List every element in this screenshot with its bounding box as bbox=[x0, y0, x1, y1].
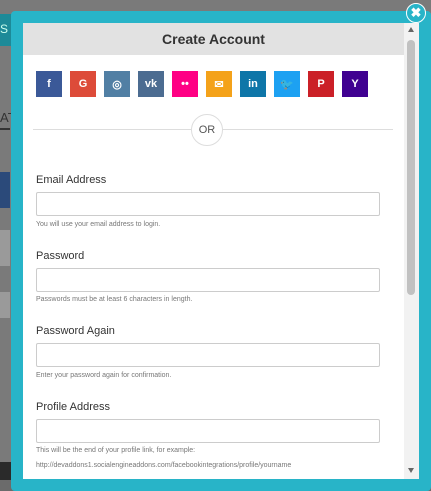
profile-address-label: Profile Address bbox=[36, 401, 110, 413]
twitter-icon: 🐦 bbox=[280, 78, 294, 91]
background-image bbox=[0, 172, 10, 208]
profile-address-example: http://devaddons1.socialengineaddons.com… bbox=[36, 462, 292, 469]
instagram-icon: ◎ bbox=[112, 78, 122, 91]
background-header-left-text: S bbox=[0, 22, 9, 36]
linkedin-login-button[interactable]: in bbox=[240, 71, 266, 97]
modal-title: Create Account bbox=[23, 23, 404, 55]
profile-address-hint: This will be the end of your profile lin… bbox=[36, 447, 196, 454]
scroll-down-arrow-icon[interactable] bbox=[408, 468, 414, 473]
email-login-button[interactable]: ✉ bbox=[206, 71, 232, 97]
vk-icon: vk bbox=[144, 78, 158, 90]
flickr-icon: •• bbox=[181, 78, 189, 90]
yahoo-login-button[interactable]: Y bbox=[342, 71, 368, 97]
linkedin-icon: in bbox=[248, 78, 258, 90]
scroll-up-arrow-icon[interactable] bbox=[408, 27, 414, 32]
instagram-login-button[interactable]: ◎ bbox=[104, 71, 130, 97]
modal-scrollbar[interactable] bbox=[404, 23, 419, 479]
close-modal-button[interactable]: ✖ bbox=[406, 3, 426, 23]
pinterest-login-button[interactable]: P bbox=[308, 71, 334, 97]
google-icon: G bbox=[78, 78, 88, 90]
vk-login-button[interactable]: vk bbox=[138, 71, 164, 97]
password-again-hint: Enter your password again for confirmati… bbox=[36, 372, 172, 379]
flickr-login-button[interactable]: •• bbox=[172, 71, 198, 97]
twitter-login-button[interactable]: 🐦 bbox=[274, 71, 300, 97]
password-field[interactable] bbox=[36, 268, 380, 292]
email-hint: You will use your email address to login… bbox=[36, 221, 161, 228]
close-icon: ✖ bbox=[410, 5, 422, 20]
background-box bbox=[0, 230, 10, 266]
email-label: Email Address bbox=[36, 174, 107, 186]
background-box bbox=[0, 292, 10, 318]
email-icon: ✉ bbox=[214, 78, 224, 91]
facebook-login-button[interactable]: f bbox=[36, 71, 62, 97]
email-field[interactable] bbox=[36, 192, 380, 216]
profile-address-field[interactable] bbox=[36, 419, 380, 443]
password-again-label: Password Again bbox=[36, 325, 115, 337]
background-underline bbox=[0, 128, 10, 130]
google-login-button[interactable]: G bbox=[70, 71, 96, 97]
password-label: Password bbox=[36, 250, 85, 262]
scrollbar-thumb[interactable] bbox=[407, 40, 415, 295]
facebook-icon: f bbox=[47, 78, 51, 90]
password-hint: Passwords must be at least 6 characters … bbox=[36, 296, 193, 303]
yahoo-icon: Y bbox=[351, 78, 359, 90]
or-divider-label: OR bbox=[191, 114, 223, 146]
create-account-modal: Create Account f G ◎ vk •• ✉ in 🐦 P Y OR… bbox=[11, 11, 431, 491]
modal-content: Create Account f G ◎ vk •• ✉ in 🐦 P Y OR… bbox=[23, 23, 404, 479]
pinterest-icon: P bbox=[317, 78, 325, 90]
password-again-field[interactable] bbox=[36, 343, 380, 367]
